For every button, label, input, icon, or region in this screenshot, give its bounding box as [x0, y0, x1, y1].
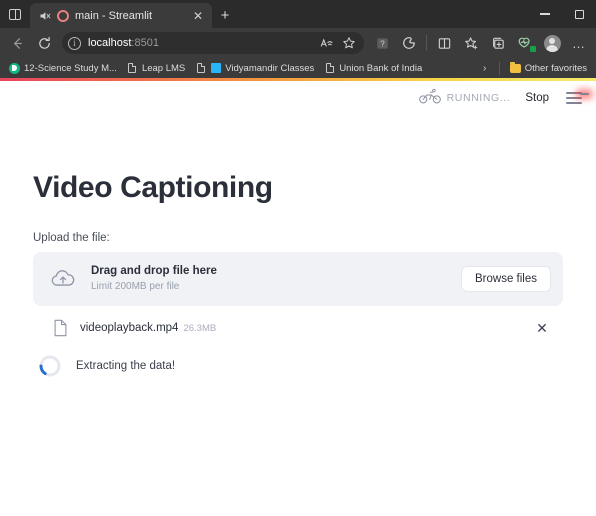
back-icon[interactable] — [4, 31, 30, 55]
essentials-status-dot — [530, 46, 536, 52]
update-notification-dot — [580, 93, 589, 95]
window-controls — [528, 0, 596, 28]
split-screen-icon[interactable] — [431, 31, 457, 55]
maximize-button[interactable] — [562, 0, 596, 28]
bookmarks-bar: 12-Science Study M... Leap LMS Vidyamand… — [0, 58, 596, 78]
url-host: localhost — [88, 37, 132, 49]
folder-icon — [509, 61, 521, 74]
add-favorite-icon[interactable] — [338, 32, 360, 54]
favorites-icon[interactable] — [458, 31, 484, 55]
copilot-icon[interactable] — [396, 31, 422, 55]
tab-close-icon[interactable]: ✕ — [190, 8, 206, 24]
page-icon — [195, 63, 206, 74]
bookmark-item[interactable]: Leap LMS — [123, 62, 189, 75]
dropzone-texts: Drag and drop file here Limit 200MB per … — [91, 264, 447, 294]
audio-muted-icon — [38, 9, 51, 22]
browser-tab[interactable]: main - Streamlit ✕ — [30, 3, 212, 28]
running-status: RUNNING... — [418, 88, 511, 109]
address-bar-url: localhost:8501 — [81, 37, 316, 49]
bookmarks-overflow-icon[interactable]: › — [477, 63, 493, 74]
dropzone-main-text: Drag and drop file here — [91, 264, 217, 277]
bookmarks-divider — [498, 61, 500, 75]
cloud-upload-icon — [49, 265, 77, 293]
file-dropzone[interactable]: Drag and drop file here Limit 200MB per … — [33, 252, 563, 306]
streamlit-favicon — [57, 9, 69, 22]
dropzone-limit-text: Limit 200MB per file — [91, 280, 180, 292]
stop-button[interactable]: Stop — [520, 90, 554, 106]
bookmark-label: Vidyamandir Classes — [225, 62, 315, 74]
browse-files-button[interactable]: Browse files — [461, 266, 551, 292]
hamburger-menu-icon[interactable] — [564, 87, 589, 109]
blue-square-icon — [210, 63, 221, 74]
browser-window: main - Streamlit ✕ + i localhost:8501 ? … — [0, 0, 596, 516]
remove-file-icon[interactable]: ✕ — [533, 319, 551, 337]
bicycle-running-icon — [418, 88, 441, 109]
other-favorites-button[interactable]: Other favorites — [506, 61, 591, 75]
uploaded-file-name: videoplayback.mp4 — [80, 322, 179, 334]
uploaded-file-size: 26.3MB — [183, 323, 217, 334]
url-port: :8501 — [131, 37, 159, 49]
upload-label: Upload the file: — [33, 232, 110, 244]
processing-status-text: Extracting the data! — [76, 360, 176, 372]
bookmark-item[interactable]: 12-Science Study M... — [5, 62, 121, 75]
tab-search-icon[interactable] — [0, 0, 30, 28]
other-favorites-label: Other favorites — [524, 62, 587, 74]
address-bar[interactable]: i localhost:8501 — [62, 32, 364, 54]
app-content: Video Captioning Upload the file: Drag a… — [0, 171, 596, 378]
streamlit-status-header: RUNNING... Stop — [0, 81, 596, 115]
page-icon — [324, 63, 335, 74]
page-title: Video Captioning — [33, 171, 273, 204]
svg-text:?: ? — [380, 39, 385, 48]
file-meta: videoplayback.mp4 26.3MB — [80, 322, 521, 334]
help-badge-icon[interactable]: ? — [369, 31, 395, 55]
tab-title: main - Streamlit — [75, 9, 153, 22]
toolbar-divider — [426, 35, 427, 51]
site-info-icon[interactable]: i — [68, 36, 81, 50]
profile-avatar[interactable] — [539, 31, 565, 55]
settings-more-icon[interactable]: … — [566, 31, 592, 55]
new-tab-button[interactable]: + — [212, 3, 238, 28]
browser-essentials-icon[interactable] — [512, 31, 538, 55]
refresh-icon[interactable] — [31, 31, 57, 55]
green-circle-icon — [9, 62, 20, 74]
bookmark-label: Leap LMS — [141, 62, 186, 74]
browser-toolbar: i localhost:8501 ? … — [0, 28, 596, 58]
loading-spinner — [38, 354, 62, 378]
streamlit-app: RUNNING... Stop Video Captioning Upload … — [0, 78, 596, 516]
bookmark-item[interactable]: Vidyamandir Classes — [191, 62, 318, 75]
bookmark-item[interactable]: Union Bank of India — [320, 62, 426, 75]
minimize-button[interactable] — [528, 0, 562, 28]
uploaded-file-row: videoplayback.mp4 26.3MB ✕ — [33, 310, 563, 346]
page-icon — [127, 63, 138, 74]
bookmark-label: 12-Science Study M... — [24, 62, 117, 74]
read-aloud-icon[interactable] — [316, 32, 338, 54]
file-icon — [53, 319, 68, 337]
collections-icon[interactable] — [485, 31, 511, 55]
bookmark-label: Union Bank of India — [339, 62, 423, 74]
running-label: RUNNING... — [446, 92, 511, 104]
processing-status-row: Extracting the data! — [33, 354, 563, 378]
browser-titlebar: main - Streamlit ✕ + — [0, 0, 596, 28]
